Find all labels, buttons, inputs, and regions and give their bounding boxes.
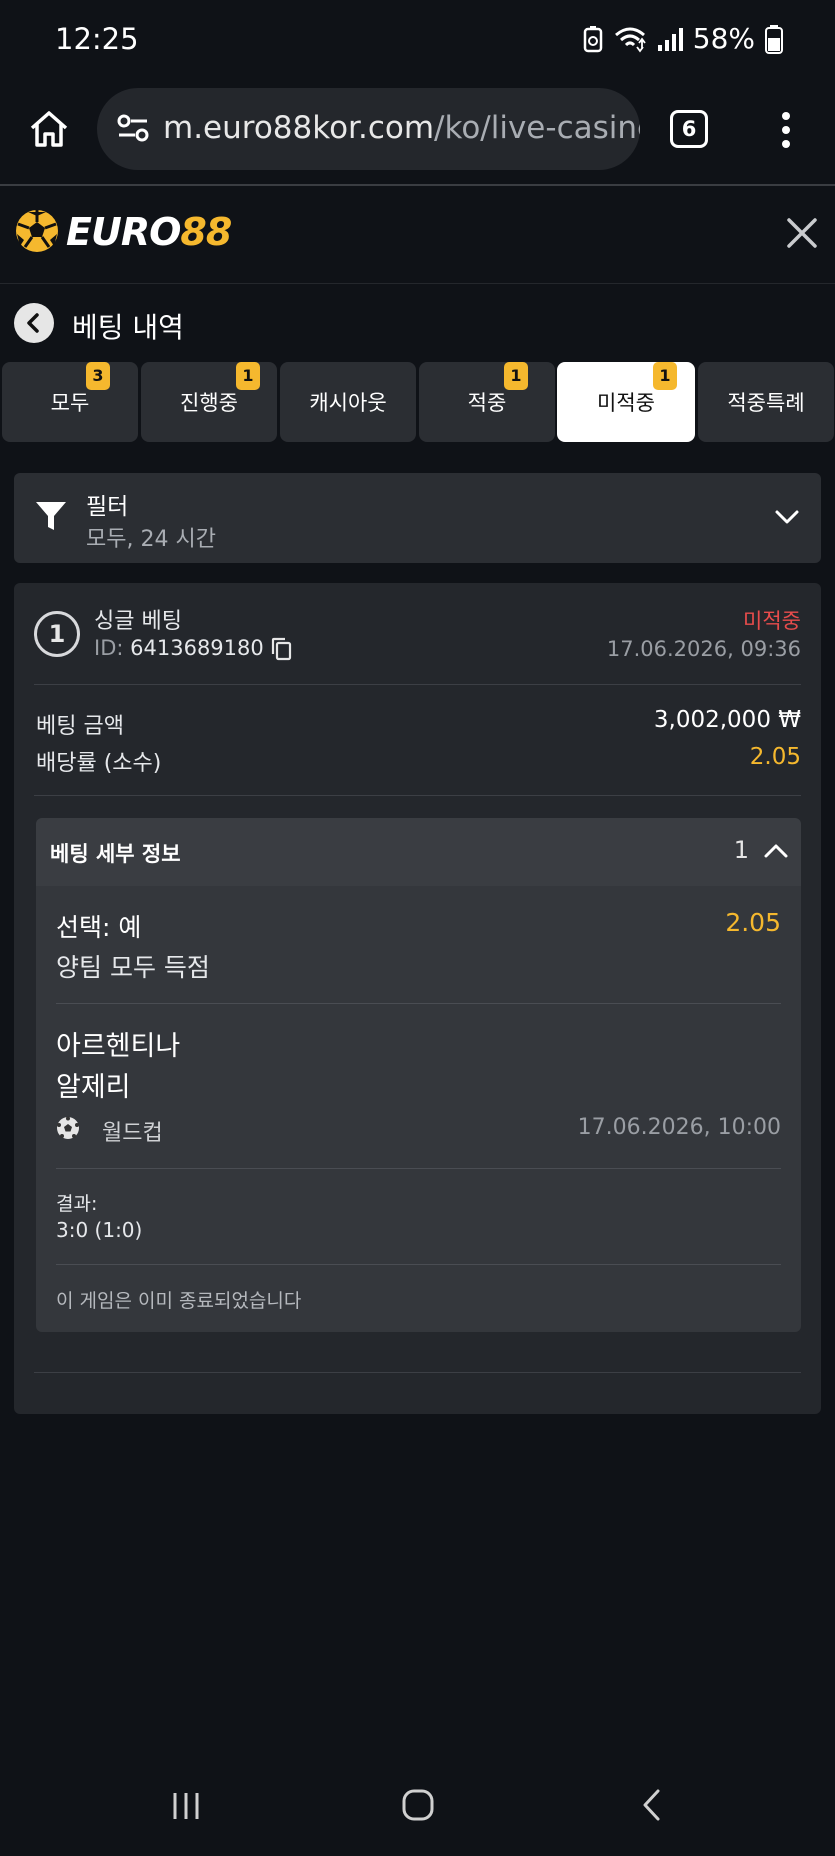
odds-value: 2.05 — [749, 744, 801, 770]
tab-in-progress[interactable]: 진행중 1 — [141, 362, 277, 442]
odds-label: 배당률 (소수) — [36, 751, 162, 776]
system-nav-bar — [0, 1770, 835, 1840]
home-icon[interactable] — [26, 106, 72, 152]
status-bar: 12:25 58% — [0, 0, 835, 84]
tab-count-badge: 1 — [653, 362, 677, 390]
tab-label: 적중 — [467, 391, 507, 415]
battery-percent: 58% — [692, 22, 755, 55]
more-menu-icon[interactable] — [776, 110, 796, 150]
match-time: 17.06.2026, 10:00 — [577, 1115, 781, 1140]
url-text[interactable]: m.euro88kor.com/ko/live-casino — [163, 110, 640, 146]
bet-status-badge: 미적중 — [743, 609, 801, 633]
tab-count-badge: 1 — [504, 362, 528, 390]
filter-summary: 모두, 24 시간 — [86, 527, 216, 552]
status-time: 12:25 — [55, 22, 139, 56]
status-icons: 58% — [583, 22, 783, 55]
tab-label: 미적중 — [597, 391, 655, 415]
back-nav-icon[interactable] — [640, 1788, 664, 1822]
bet-details-title: 베팅 세부 정보 — [50, 842, 181, 866]
bet-placed-time: 17.06.2026, 09:36 — [606, 637, 801, 661]
filter-dropdown[interactable]: 필터 모두, 24 시간 — [14, 473, 821, 563]
tab-special[interactable]: 적중특례 — [698, 362, 834, 442]
signal-icon — [657, 27, 683, 51]
battery-saver-icon — [583, 25, 603, 52]
chevron-up-icon — [764, 844, 788, 858]
bet-type: 싱글 베팅 — [94, 609, 182, 634]
filter-title: 필터 — [86, 494, 129, 520]
site-settings-icon[interactable] — [115, 110, 151, 146]
league-name: 월드컵 — [102, 1121, 163, 1146]
result-label: 결과: — [56, 1193, 98, 1215]
tab-cashout[interactable]: 캐시아웃 — [280, 362, 416, 442]
chevron-left-icon — [27, 313, 39, 333]
tab-count-badge: 3 — [86, 362, 110, 390]
logo-text-88: 88 — [180, 210, 232, 254]
home-team: 아르헨티나 — [56, 1031, 181, 1062]
site-header: EURO88 — [0, 188, 835, 284]
bet-id-value: 6413689180 — [130, 636, 264, 660]
site-logo[interactable]: EURO88 — [66, 210, 232, 254]
logo-text-euro: EURO — [66, 210, 181, 254]
filter-funnel-icon — [36, 502, 66, 530]
page-title-row: 베팅 내역 — [0, 298, 835, 348]
divider — [34, 1372, 801, 1373]
recent-apps-icon[interactable] — [170, 1790, 202, 1822]
home-nav-icon[interactable] — [401, 1788, 435, 1822]
tab-label: 캐시아웃 — [309, 391, 387, 415]
divider — [56, 1003, 781, 1004]
tab-label: 모두 — [50, 391, 90, 415]
bet-details-toggle[interactable]: 베팅 세부 정보 1 — [36, 818, 801, 886]
page-title: 베팅 내역 — [72, 311, 184, 344]
battery-icon — [765, 24, 783, 54]
tab-label: 적중특례 — [727, 391, 805, 415]
url-host: m.euro88kor.com — [163, 110, 435, 146]
game-ended-message: 이 게임은 이미 종료되었습니다 — [56, 1290, 302, 1312]
result-score: 3:0 (1:0) — [56, 1218, 143, 1242]
tab-won[interactable]: 적중 1 — [419, 362, 555, 442]
tab-count-badge: 1 — [236, 362, 260, 390]
soccer-ball-logo-icon[interactable] — [14, 208, 60, 254]
divider — [56, 1168, 781, 1169]
bet-id: ID: 6413689180 — [94, 636, 292, 661]
bet-status-tabs: 모두 3 진행중 1 캐시아웃 적중 1 미적중 1 적중특례 — [0, 362, 835, 442]
chevron-down-icon — [775, 510, 799, 524]
bet-number-badge: 1 — [34, 611, 80, 657]
tab-lost[interactable]: 미적중 1 — [557, 362, 695, 442]
bet-details-count: 1 — [733, 836, 749, 864]
url-path: /ko/live-casino — [434, 110, 640, 146]
address-bar[interactable]: m.euro88kor.com/ko/live-casino — [97, 88, 640, 170]
copy-icon[interactable] — [270, 637, 292, 661]
selection-label: 선택: 예 — [56, 913, 142, 942]
bet-card: 1 싱글 베팅 ID: 6413689180 미적중 17.06.2026, 0… — [14, 583, 821, 1414]
bet-amount-value: 3,002,000 ₩ — [653, 707, 801, 733]
soccer-ball-icon — [57, 1116, 79, 1139]
selection-odds: 2.05 — [725, 908, 781, 937]
close-icon[interactable] — [783, 214, 821, 252]
bet-amount-label: 베팅 금액 — [36, 714, 124, 739]
tab-all[interactable]: 모두 3 — [2, 362, 138, 442]
tab-label: 진행중 — [180, 391, 238, 415]
bet-id-label: ID: — [94, 636, 124, 660]
divider — [34, 684, 801, 685]
divider — [34, 795, 801, 796]
tab-switcher-button[interactable]: 6 — [670, 110, 708, 148]
divider — [56, 1264, 781, 1265]
browser-toolbar: m.euro88kor.com/ko/live-casino 6 — [0, 84, 835, 186]
away-team: 알제리 — [56, 1072, 131, 1103]
market-name: 양팀 모두 득점 — [56, 953, 210, 982]
back-button[interactable] — [14, 303, 54, 343]
bet-details-body: 선택: 예 2.05 양팀 모두 득점 아르헨티나 알제리 월드컵 17.06.… — [36, 886, 801, 1332]
wifi-icon — [614, 27, 646, 52]
